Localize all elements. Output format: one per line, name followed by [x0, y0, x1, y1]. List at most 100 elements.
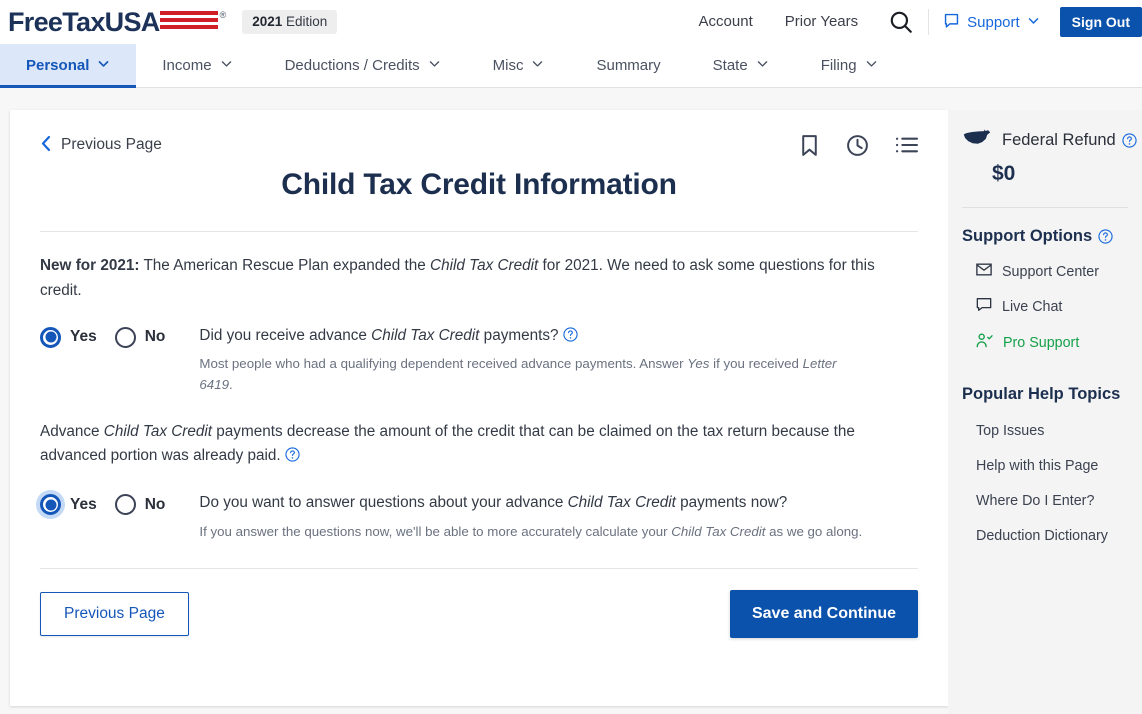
envelope-icon	[976, 263, 992, 280]
sidebar-item-live-chat[interactable]: Live Chat	[948, 297, 1142, 316]
federal-refund-label: Federal Refund	[1002, 131, 1116, 149]
question-mark-circle-icon[interactable]	[563, 326, 578, 342]
sidebar-divider	[962, 207, 1128, 208]
question-1-option-yes[interactable]: Yes	[40, 326, 97, 348]
q1-sub-part3: .	[229, 377, 233, 393]
mid-part1: Advance	[40, 422, 104, 440]
support-menu[interactable]: Support	[928, 9, 1054, 35]
intro-bold-lead: New for 2021:	[40, 257, 140, 274]
nav-item-income[interactable]: Income	[136, 44, 258, 87]
question-1-radio-group: Yes No	[40, 326, 183, 396]
sidebar-item-support-center[interactable]: Support Center	[948, 263, 1142, 280]
chevron-down-icon	[531, 57, 544, 74]
radio-no-q1-label: No	[144, 328, 166, 346]
main-navigation: Personal Income Deductions / Credits Mis…	[0, 44, 1142, 88]
question-block-1: Yes No Did you receive advance Child Tax…	[40, 326, 918, 396]
edition-badge: 2021 Edition	[242, 9, 338, 35]
federal-refund-label-wrap: Federal Refund	[1002, 131, 1137, 150]
account-link[interactable]: Account	[683, 0, 769, 44]
question-mark-circle-icon[interactable]	[285, 446, 300, 463]
title-divider	[40, 231, 918, 232]
intro-part1: The American Rescue Plan expanded the	[139, 257, 431, 274]
nav-label: Deductions / Credits	[284, 57, 420, 74]
nav-label: Income	[162, 57, 212, 74]
top-bar: FreeTaxUSA ® 2021 Edition Account Prior …	[0, 0, 1142, 44]
nav-label: State	[712, 57, 748, 74]
question-1-option-no[interactable]: No	[114, 326, 166, 348]
nav-label: Misc	[492, 57, 524, 74]
federal-refund-row: Federal Refund	[948, 128, 1142, 153]
support-label: Support	[967, 13, 1020, 31]
registered-mark: ®	[219, 9, 227, 20]
q2-part2: payments now?	[675, 494, 788, 512]
sidebar-item-pro-support[interactable]: Pro Support	[948, 333, 1142, 352]
previous-page-button[interactable]: Previous Page	[40, 592, 189, 637]
intro-paragraph: New for 2021: The American Rescue Plan e…	[40, 254, 918, 304]
question-2-subtext: If you answer the questions now, we'll b…	[199, 521, 862, 542]
q1-part2: payments?	[479, 326, 559, 344]
chevron-down-icon	[756, 57, 769, 74]
sign-out-button[interactable]: Sign Out	[1059, 7, 1142, 37]
previous-page-link-top[interactable]: Previous Page	[40, 135, 162, 155]
middle-paragraph: Advance Child Tax Credit payments decrea…	[40, 420, 918, 470]
bookmark-icon[interactable]	[799, 134, 820, 157]
question-1-text: Did you receive advance Child Tax Credit…	[199, 326, 871, 347]
support-options-heading: Support Options	[962, 227, 1093, 245]
nav-item-summary[interactable]: Summary	[570, 44, 686, 87]
person-check-icon	[976, 333, 993, 352]
popular-help-heading: Popular Help Topics	[962, 385, 1121, 403]
sidebar-link-top-issues[interactable]: Top Issues	[948, 423, 1142, 439]
main-content-card: Previous Page Child Tax Credit Informati…	[10, 110, 948, 706]
top-bar-right: Account Prior Years Support Sign Out	[683, 0, 1142, 44]
question-1-text-wrap: Did you receive advance Child Tax Credit…	[183, 326, 871, 396]
federal-refund-amount: $0	[992, 162, 1016, 185]
brand-logo[interactable]: FreeTaxUSA ®	[8, 6, 227, 37]
support-options-heading-wrap: Support Options	[948, 227, 1142, 246]
nav-item-filing[interactable]: Filing	[795, 44, 904, 87]
chevron-down-icon	[1027, 14, 1040, 31]
list-menu-icon[interactable]	[895, 135, 918, 155]
nav-item-state[interactable]: State	[687, 44, 795, 87]
chat-bubble-icon	[943, 12, 960, 33]
sidebar-link-where-do-i-enter[interactable]: Where Do I Enter?	[948, 493, 1142, 509]
card-header-icons	[799, 134, 918, 157]
radio-no-q1[interactable]	[114, 326, 136, 348]
nav-item-deductions-credits[interactable]: Deductions / Credits	[259, 44, 467, 87]
radio-no-q2[interactable]	[114, 494, 136, 516]
sidebar-item-label: Live Chat	[1002, 298, 1063, 315]
right-sidebar: Federal Refund $0 Support Options Suppor…	[948, 110, 1142, 714]
q2-sub-part2: as we go along.	[765, 523, 863, 539]
question-mark-circle-icon[interactable]	[1122, 133, 1137, 148]
nav-item-personal[interactable]: Personal	[0, 44, 137, 88]
sidebar-link-help-with-this-page[interactable]: Help with this Page	[948, 458, 1142, 474]
q1-sub-part2: if you received	[709, 356, 803, 372]
previous-page-label: Previous Page	[61, 136, 162, 153]
us-map-icon	[962, 128, 992, 153]
chevron-left-icon	[40, 135, 52, 155]
clock-history-icon[interactable]	[846, 134, 869, 157]
chevron-down-icon	[428, 57, 441, 74]
q2-sub-italic1: Child Tax Credit	[671, 523, 766, 539]
save-and-continue-button[interactable]: Save and Continue	[729, 590, 918, 639]
question-block-2: Yes No Do you want to answer questions a…	[40, 493, 918, 542]
question-1-subtext: Most people who had a qualifying depende…	[199, 353, 871, 396]
logo-text: FreeTaxUSA	[8, 6, 160, 37]
question-2-option-no[interactable]: No	[114, 494, 166, 516]
nav-item-misc[interactable]: Misc	[467, 44, 571, 87]
q2-italic: Child Tax Credit	[567, 494, 676, 512]
edition-word: Edition	[286, 13, 328, 29]
sidebar-link-deduction-dictionary[interactable]: Deduction Dictionary	[948, 528, 1142, 544]
us-flag-stripes-icon	[159, 10, 218, 29]
radio-yes-q2[interactable]	[40, 494, 61, 516]
sidebar-item-label: Support Center	[1002, 263, 1099, 280]
intro-italic-term: Child Tax Credit	[430, 257, 539, 274]
question-mark-circle-icon[interactable]	[1098, 229, 1113, 244]
question-2-option-yes[interactable]: Yes	[40, 494, 97, 516]
q2-sub-part1: If you answer the questions now, we'll b…	[199, 523, 672, 539]
radio-no-q2-label: No	[144, 495, 166, 513]
chevron-down-icon	[220, 57, 233, 74]
search-icon[interactable]	[874, 9, 928, 35]
radio-yes-q1[interactable]	[40, 326, 61, 348]
prior-years-link[interactable]: Prior Years	[769, 0, 874, 44]
chat-bubble-icon	[976, 297, 992, 316]
